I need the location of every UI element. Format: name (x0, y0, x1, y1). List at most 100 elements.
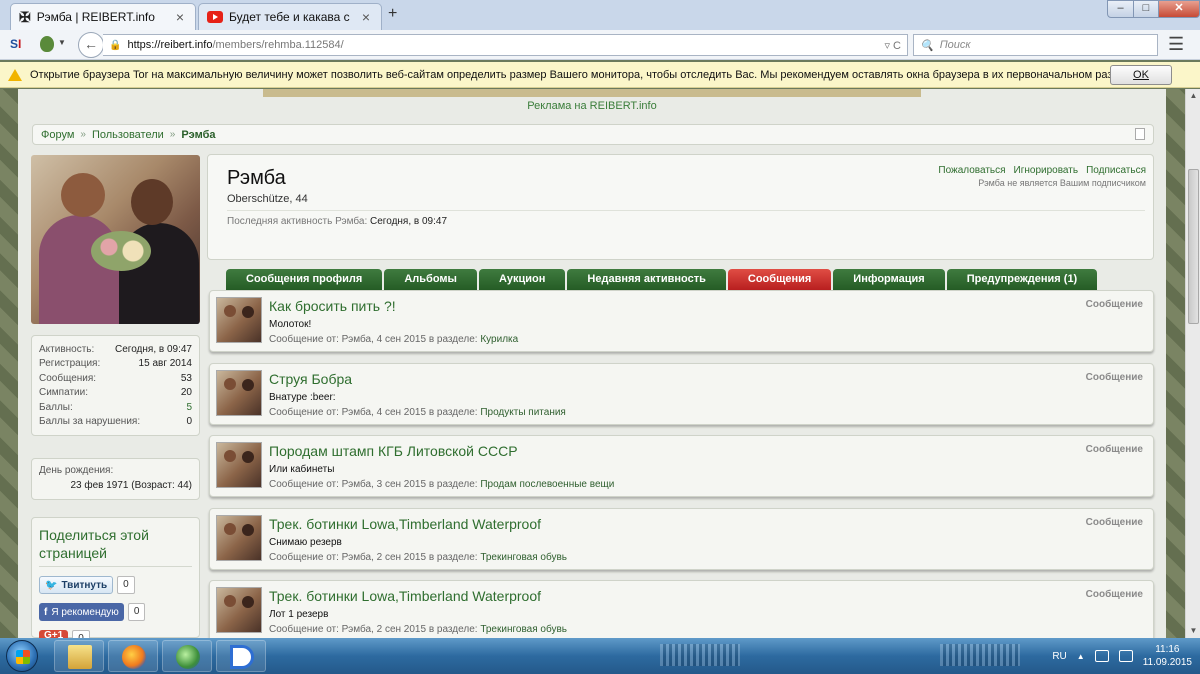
tweet-button[interactable]: 🐦 Твитнуть (39, 576, 114, 594)
tab-warnings[interactable]: Предупреждения (1) (946, 269, 1098, 290)
site-favicon-icon: ✠ (19, 8, 31, 25)
url-bar[interactable]: 🔒 https://reibert.info /members/rehmba.1… (103, 34, 908, 56)
taskbar-explorer[interactable] (54, 640, 104, 672)
youtube-favicon-icon (207, 11, 223, 23)
start-button[interactable] (6, 640, 38, 672)
show-hidden-icons-icon[interactable]: ▲ (1077, 652, 1085, 661)
stat-value-link[interactable]: 5 (186, 402, 192, 416)
post-avatar[interactable] (216, 515, 262, 561)
tab-auction[interactable]: Аукцион (478, 269, 566, 290)
browser-tab-bar: ✠ Рэмба | REIBERT.info × Будет тебе и ка… (0, 0, 1200, 30)
profile-avatar[interactable] (31, 155, 200, 324)
browser-nav-bar: SI ▼ ← 🔒 https://reibert.info /members/r… (0, 30, 1200, 60)
post-snippet: Внатуре :beer: (269, 392, 336, 403)
stat-value: 53 (180, 372, 192, 384)
reload-icon[interactable]: ▿ C (884, 39, 901, 52)
stat-value: 20 (180, 387, 192, 399)
share-row: G+1 0 (39, 630, 192, 638)
s-logo-letter: S (10, 37, 19, 51)
post-forum-link[interactable]: Курилка (480, 334, 518, 345)
page-scrollbar[interactable]: ▲ ▼ (1185, 89, 1200, 638)
profile-actions: Пожаловаться Игнорировать Подписаться (938, 165, 1146, 176)
breadcrumb-users[interactable]: Пользователи (92, 129, 164, 141)
ad-banner[interactable] (263, 89, 921, 97)
post-title[interactable]: Трек. ботинки Lowa,Timberland Waterproof (269, 516, 541, 532)
clock[interactable]: 11:16 11.09.2015 (1143, 643, 1192, 669)
breadcrumb: Форум » Пользователи » Рэмба (32, 124, 1154, 145)
post-snippet: Или кабинеты (269, 464, 335, 475)
scroll-up-icon[interactable]: ▲ (1186, 89, 1200, 103)
post-title[interactable]: Породам штамп КГБ Литовской СССР (269, 443, 518, 459)
menu-icon[interactable]: ☰ (1168, 35, 1184, 53)
post-title[interactable]: Как бросить пить ?! (269, 298, 396, 314)
facebook-like-button[interactable]: fЯ рекомендую (39, 603, 124, 621)
profile-name: Рэмба (227, 167, 286, 189)
stat-value: Сегодня, в 09:47 (115, 344, 192, 355)
language-indicator[interactable]: RU (1052, 651, 1066, 662)
post-avatar[interactable] (216, 442, 262, 488)
taskbar-browser[interactable] (162, 640, 212, 672)
post-avatar[interactable] (216, 370, 262, 416)
post-title[interactable]: Трек. ботинки Lowa,Timberland Waterproof (269, 588, 541, 604)
gplus-button[interactable]: G+1 (39, 630, 69, 638)
tab-information[interactable]: Информация (833, 269, 945, 290)
close-tab-icon[interactable]: × (359, 9, 373, 25)
post-forum-link[interactable]: Продукты питания (480, 407, 566, 418)
folder-icon (68, 645, 92, 669)
close-window-button[interactable]: ✕ (1158, 0, 1200, 18)
stat-row: Сообщения: 53 (39, 373, 192, 387)
new-tab-button[interactable]: + (388, 5, 397, 23)
ignore-link[interactable]: Игнорировать (1014, 165, 1079, 176)
breadcrumb-forum[interactable]: Форум (41, 129, 74, 141)
post-snippet: Молоток! (269, 319, 312, 330)
search-input[interactable]: 🔍 Поиск (913, 34, 1158, 56)
post-snippet: Лот 1 резерв (269, 609, 329, 620)
avatar-figure (131, 179, 173, 225)
globe-icon (176, 645, 200, 669)
post-forum-link[interactable]: Трекинговая обувь (480, 552, 567, 563)
tab-albums[interactable]: Альбомы (384, 269, 477, 290)
page-icon[interactable] (1135, 128, 1145, 140)
tab-messages[interactable]: Сообщения (727, 269, 832, 290)
last-activity-label: Последняя активность Рэмба: (227, 216, 368, 227)
lock-icon: 🔒 (109, 39, 122, 51)
scroll-down-icon[interactable]: ▼ (1186, 624, 1200, 638)
s-logo-icon[interactable]: SI (10, 37, 21, 51)
browser-tab-active[interactable]: ✠ Рэмба | REIBERT.info × (10, 3, 196, 30)
browser-tab-youtube[interactable]: Будет тебе и какава с чае... × (198, 3, 382, 30)
page-viewport: Реклама на REIBERT.info Форум » Пользова… (0, 89, 1185, 638)
breadcrumb-separator: » (80, 129, 86, 140)
firefox-icon (122, 645, 146, 669)
ok-button[interactable]: OK (1110, 65, 1172, 85)
tor-onion-icon[interactable] (40, 36, 54, 52)
close-tab-icon[interactable]: × (173, 9, 187, 25)
scroll-thumb[interactable] (1188, 169, 1199, 324)
tab-profile-posts[interactable]: Сообщения профиля (226, 269, 383, 290)
list-item: Трек. ботинки Lowa,Timberland Waterproof… (209, 508, 1154, 570)
post-forum-link[interactable]: Продам послевоенные вещи (480, 479, 614, 490)
list-item: Породам штамп КГБ Литовской СССР Или каб… (209, 435, 1154, 497)
minimize-button[interactable]: – (1107, 0, 1134, 18)
post-avatar[interactable] (216, 297, 262, 343)
post-title[interactable]: Струя Бобра (269, 371, 352, 387)
birthday-box: День рождения: 23 фев 1971 (Возраст: 44) (31, 458, 200, 500)
back-button[interactable]: ← (78, 32, 104, 58)
post-avatar[interactable] (216, 587, 262, 633)
network-icon[interactable] (1094, 650, 1109, 662)
profile-tabs: Сообщения профиля Альбомы Аукцион Недавн… (226, 269, 1098, 290)
breadcrumb-current[interactable]: Рэмба (181, 129, 215, 141)
post-forum-link[interactable]: Трекинговая обувь (480, 624, 567, 635)
dropdown-arrow-icon[interactable]: ▼ (58, 38, 66, 47)
taskbar-app-d[interactable] (216, 640, 266, 672)
ad-label[interactable]: Реклама на REIBERT.info (18, 100, 1166, 112)
post-type: Сообщение (1085, 444, 1143, 455)
report-link[interactable]: Пожаловаться (938, 165, 1005, 176)
maximize-button[interactable]: □ (1133, 0, 1159, 18)
taskbar-firefox[interactable] (108, 640, 158, 672)
speaker-icon[interactable] (1118, 650, 1133, 662)
gplus-count: 0 (72, 630, 90, 638)
tab-recent-activity[interactable]: Недавняя активность (567, 269, 726, 290)
facebook-icon: f (44, 606, 48, 618)
follow-link[interactable]: Подписаться (1086, 165, 1146, 176)
follow-status-note: Рэмба не является Вашим подписчиком (978, 178, 1146, 188)
